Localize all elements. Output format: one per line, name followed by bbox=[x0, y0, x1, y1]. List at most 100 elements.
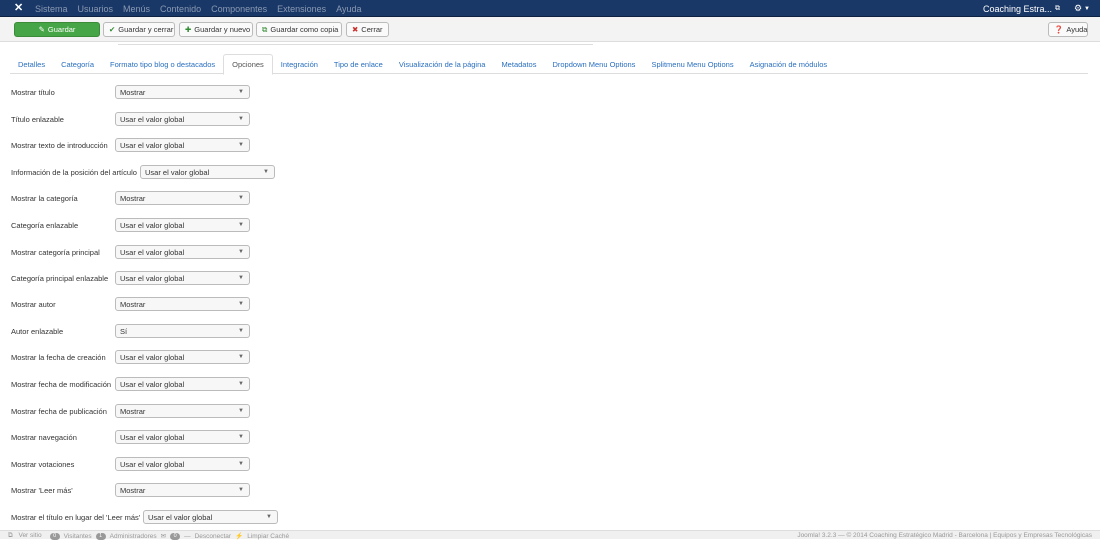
field-mostrar-autor: Mostrar autor bbox=[11, 297, 56, 311]
select-fecha-creacion[interactable]: Usar el valor global ▼ bbox=[115, 350, 250, 364]
save-copy-button[interactable]: ⧉ Guardar como copia bbox=[256, 22, 342, 37]
field-label: Mostrar el título en lugar del 'Leer más… bbox=[11, 512, 141, 522]
field-label: Mostrar categoría principal bbox=[11, 247, 100, 257]
select-value: Usar el valor global bbox=[120, 273, 185, 283]
external-link-icon: ⧉ bbox=[1055, 4, 1060, 12]
menu-item-ayuda[interactable]: Ayuda bbox=[336, 4, 361, 14]
field-label: Mostrar votaciones bbox=[11, 459, 75, 469]
logout-link[interactable]: Desconectar bbox=[195, 533, 232, 540]
minus-icon: — bbox=[184, 532, 191, 540]
field-label: Mostrar navegación bbox=[11, 432, 77, 442]
save-copy-label: Guardar como copia bbox=[270, 25, 339, 34]
help-label: Ayuda bbox=[1066, 25, 1088, 34]
select-value: Mostrar bbox=[120, 299, 146, 309]
save-label: Guardar bbox=[47, 25, 76, 34]
tab-detalles[interactable]: Detalles bbox=[10, 54, 53, 74]
field-label: Mostrar autor bbox=[11, 299, 56, 309]
field-mostrar-titulo: Mostrar título bbox=[11, 85, 55, 99]
select-mostrar-autor[interactable]: Mostrar ▼ bbox=[115, 297, 250, 311]
caret-icon: ▼ bbox=[238, 275, 244, 281]
save-button[interactable]: ✎ Guardar bbox=[14, 22, 100, 37]
select-value: Usar el valor global bbox=[120, 140, 185, 150]
main-menu: Sistema Usuarios Menús Contenido Compone… bbox=[35, 0, 372, 17]
select-categoria-principal-enlazable[interactable]: Usar el valor global ▼ bbox=[115, 271, 250, 285]
field-label: Categoría principal enlazable bbox=[11, 273, 109, 283]
footer-text: Joomla! 3.2.3 — © 2014 Coaching Estratég… bbox=[797, 532, 1092, 539]
field-label: Información de la posición del artículo bbox=[11, 167, 137, 177]
tab-categoria[interactable]: Categoría bbox=[53, 54, 102, 74]
caret-icon: ▼ bbox=[238, 195, 244, 201]
menu-item-componentes[interactable]: Componentes bbox=[211, 4, 267, 14]
select-autor-enlazable[interactable]: Sí ▼ bbox=[115, 324, 250, 338]
menu-item-contenido[interactable]: Contenido bbox=[160, 4, 201, 14]
select-titulo-enlazable[interactable]: Usar el valor global ▼ bbox=[115, 112, 250, 126]
field-label: Mostrar fecha de modificación bbox=[11, 379, 112, 389]
save-close-button[interactable]: ✔ Guardar y cerrar bbox=[103, 22, 175, 37]
tab-dropdown-menu[interactable]: Dropdown Menu Options bbox=[544, 54, 643, 74]
tab-metadatos[interactable]: Metadatos bbox=[493, 54, 544, 74]
select-value: Usar el valor global bbox=[120, 220, 185, 230]
select-value: Usar el valor global bbox=[120, 432, 185, 442]
visitors-badge: 0 bbox=[49, 532, 60, 540]
select-value: Usar el valor global bbox=[120, 379, 185, 389]
close-button[interactable]: ✖ Cerrar bbox=[346, 22, 389, 37]
check-icon: ✔ bbox=[109, 25, 116, 34]
caret-icon: ▼ bbox=[238, 381, 244, 387]
select-categoria-enlazable[interactable]: Usar el valor global ▼ bbox=[115, 218, 250, 232]
select-value: Usar el valor global bbox=[120, 352, 185, 362]
select-mostrar-titulo[interactable]: Mostrar ▼ bbox=[115, 85, 250, 99]
field-label: Categoría enlazable bbox=[11, 220, 79, 230]
field-titulo-enlazable: Título enlazable bbox=[11, 112, 64, 126]
plus-icon: ✚ bbox=[185, 25, 192, 34]
select-titulo-leer-mas[interactable]: Usar el valor global ▼ bbox=[143, 510, 278, 524]
joomla-logo-icon[interactable]: ✕ bbox=[14, 3, 26, 14]
select-posicion-articulo[interactable]: Usar el valor global ▼ bbox=[140, 165, 275, 179]
caret-icon: ▼ bbox=[238, 249, 244, 255]
tab-asignacion-modulos[interactable]: Asignación de módulos bbox=[742, 54, 836, 74]
select-fecha-modificacion[interactable]: Usar el valor global ▼ bbox=[115, 377, 250, 391]
user-menu[interactable]: ⚙ ▼ bbox=[1074, 0, 1090, 17]
clear-cache-link[interactable]: Limpiar Caché bbox=[247, 533, 289, 540]
select-mostrar-votaciones[interactable]: Usar el valor global ▼ bbox=[115, 457, 250, 471]
tab-bar: Detalles Categoría Formato tipo blog o d… bbox=[10, 54, 1088, 75]
select-value: Mostrar bbox=[120, 193, 146, 203]
field-mostrar-votaciones: Mostrar votaciones bbox=[11, 457, 74, 471]
save-new-button[interactable]: ✚ Guardar y nuevo bbox=[179, 22, 253, 37]
tab-integracion[interactable]: Integración bbox=[273, 54, 326, 74]
tab-visualizacion[interactable]: Visualización de la página bbox=[391, 54, 494, 74]
menu-item-usuarios[interactable]: Usuarios bbox=[78, 4, 114, 14]
visitors-label: Visitantes bbox=[63, 532, 92, 540]
menu-item-sistema[interactable]: Sistema bbox=[35, 4, 68, 14]
view-site-label: Ver sitio bbox=[18, 532, 42, 539]
site-link[interactable]: Coaching Estra... ⧉ bbox=[983, 0, 1060, 17]
select-fecha-publicacion[interactable]: Mostrar ▼ bbox=[115, 404, 250, 418]
select-value: Mostrar bbox=[120, 87, 146, 97]
external-link-icon: ⧉ bbox=[8, 532, 13, 539]
tab-formato-blog[interactable]: Formato tipo blog o destacados bbox=[102, 54, 223, 74]
field-label: Mostrar 'Leer más' bbox=[11, 485, 73, 495]
select-value: Sí bbox=[120, 326, 128, 336]
help-button[interactable]: ❓ Ayuda bbox=[1048, 22, 1088, 37]
caret-icon: ▼ bbox=[238, 461, 244, 467]
select-value: Mostrar bbox=[120, 406, 146, 416]
field-leer-mas: Mostrar 'Leer más' bbox=[11, 483, 73, 497]
save-new-label: Guardar y nuevo bbox=[194, 25, 251, 34]
field-texto-introduccion: Mostrar texto de introducción bbox=[11, 138, 108, 152]
field-label: Mostrar texto de introducción bbox=[11, 140, 108, 150]
select-mostrar-categoria[interactable]: Mostrar ▼ bbox=[115, 191, 250, 205]
tab-tipo-enlace[interactable]: Tipo de enlace bbox=[326, 54, 391, 74]
tab-opciones[interactable]: Opciones bbox=[223, 54, 273, 75]
select-texto-introduccion[interactable]: Usar el valor global ▼ bbox=[115, 138, 250, 152]
menu-item-menus[interactable]: Menús bbox=[123, 4, 150, 14]
menu-item-extensiones[interactable]: Extensiones bbox=[277, 4, 326, 14]
chevron-down-icon: ▼ bbox=[1084, 5, 1090, 12]
field-label: Autor enlazable bbox=[11, 326, 64, 336]
select-leer-mas[interactable]: Mostrar ▼ bbox=[115, 483, 250, 497]
select-mostrar-navegacion[interactable]: Usar el valor global ▼ bbox=[115, 430, 250, 444]
close-icon: ✖ bbox=[352, 25, 359, 34]
tab-splitmenu[interactable]: Splitmenu Menu Options bbox=[643, 54, 741, 74]
header-divider bbox=[118, 42, 593, 45]
admins-label: Administradores bbox=[109, 532, 157, 540]
field-label: Mostrar la fecha de creación bbox=[11, 352, 106, 362]
select-categoria-principal[interactable]: Usar el valor global ▼ bbox=[115, 245, 250, 259]
